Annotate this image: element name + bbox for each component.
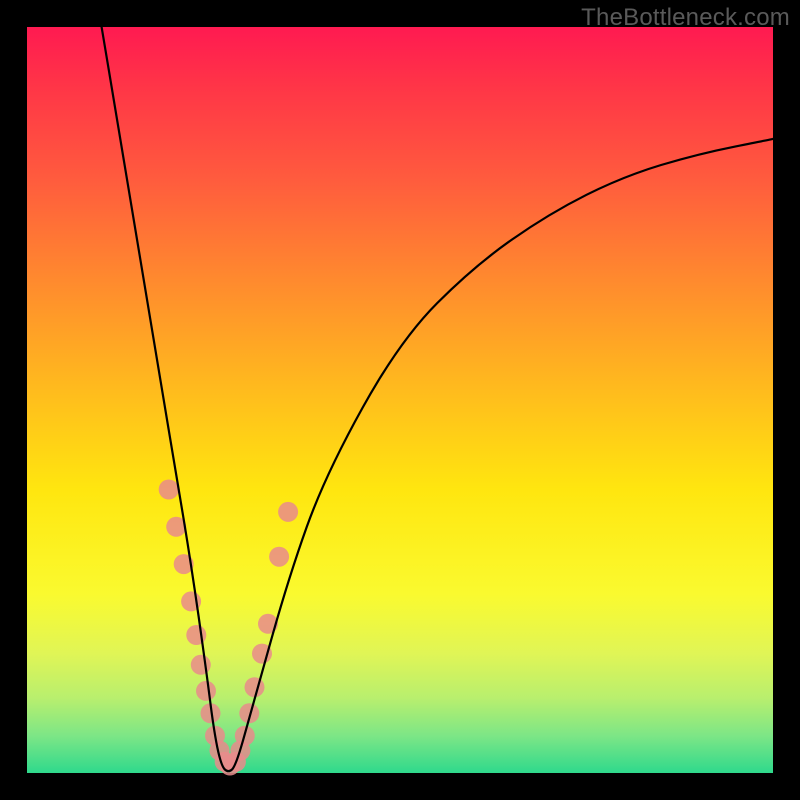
highlight-dot	[196, 681, 216, 701]
highlight-dots-group	[159, 480, 298, 776]
plot-area	[27, 27, 773, 773]
highlight-dot	[269, 547, 289, 567]
curve-layer	[27, 27, 773, 773]
watermark-text: TheBottleneck.com	[581, 4, 790, 32]
highlight-dot	[191, 655, 211, 675]
highlight-dot	[159, 480, 179, 500]
chart-frame: TheBottleneck.com	[0, 0, 800, 800]
highlight-dot	[278, 502, 298, 522]
highlight-dot	[245, 677, 265, 697]
